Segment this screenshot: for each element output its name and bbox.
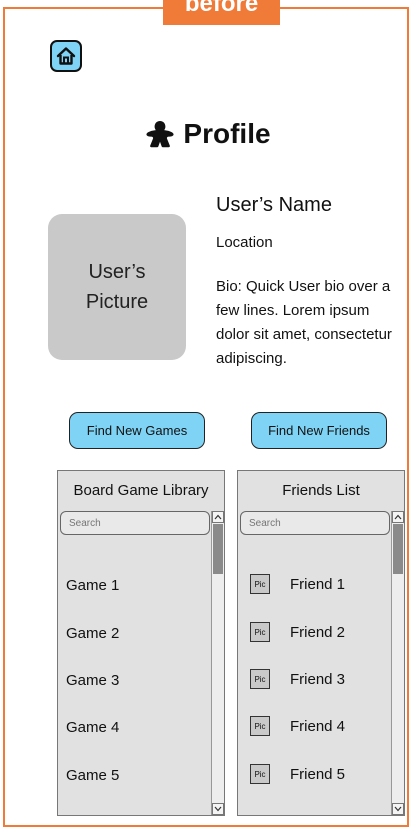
list-item-friend-3[interactable]: Pic Friend 3 bbox=[250, 669, 345, 689]
friend-name: Friend 2 bbox=[290, 623, 346, 641]
board-game-library-title: Board Game Library bbox=[73, 482, 209, 499]
page-title-text: Profile bbox=[183, 118, 271, 149]
meeple-icon bbox=[146, 121, 174, 148]
find-new-games-button[interactable]: Find New Games bbox=[69, 412, 205, 449]
frame-label: before bbox=[163, 0, 280, 25]
chevron-up-icon bbox=[214, 514, 222, 520]
list-item-game-5[interactable]: Game 5 bbox=[66, 767, 119, 784]
chevron-down-icon bbox=[214, 806, 222, 812]
friend-name: Friend 4 bbox=[290, 717, 346, 735]
list-item-game-3[interactable]: Game 3 bbox=[66, 672, 119, 689]
friend-avatar: Pic bbox=[250, 574, 270, 594]
list-item-game-2[interactable]: Game 2 bbox=[66, 625, 119, 642]
scroll-up-arrow[interactable] bbox=[392, 511, 404, 523]
friend-name: Friend 5 bbox=[290, 765, 346, 783]
list-item-friend-5[interactable]: Pic Friend 5 bbox=[250, 764, 345, 784]
friend-name: Friend 3 bbox=[290, 670, 346, 688]
chevron-down-icon bbox=[394, 806, 402, 812]
scroll-down-arrow[interactable] bbox=[212, 803, 224, 815]
user-picture: User’s Picture bbox=[48, 214, 186, 360]
list-item-game-4[interactable]: Game 4 bbox=[66, 719, 119, 736]
library-scroll-thumb[interactable] bbox=[213, 524, 223, 574]
find-new-friends-button[interactable]: Find New Friends bbox=[251, 412, 387, 449]
friends-scrollbar[interactable] bbox=[391, 511, 404, 815]
friends-scroll-thumb[interactable] bbox=[393, 524, 403, 574]
page-title: Profile bbox=[0, 118, 416, 150]
list-item-game-1[interactable]: Game 1 bbox=[66, 577, 119, 594]
friend-avatar: Pic bbox=[250, 622, 270, 642]
user-name: User’s Name bbox=[216, 194, 332, 216]
friend-name: Friend 1 bbox=[290, 575, 346, 593]
friends-list-panel: Friends List Pic Friend 1 Pic Friend 2 P… bbox=[237, 470, 405, 816]
user-picture-label-line1: User’s bbox=[88, 261, 146, 283]
user-bio: Bio: Quick User bio over a few lines. Lo… bbox=[216, 278, 392, 367]
friend-avatar: Pic bbox=[250, 716, 270, 736]
user-location: Location bbox=[216, 234, 273, 251]
friend-avatar: Pic bbox=[250, 764, 270, 784]
scroll-up-arrow[interactable] bbox=[212, 511, 224, 523]
user-picture-label-line2: Picture bbox=[85, 291, 149, 313]
list-item-friend-4[interactable]: Pic Friend 4 bbox=[250, 716, 345, 736]
scroll-down-arrow[interactable] bbox=[392, 803, 404, 815]
list-item-friend-2[interactable]: Pic Friend 2 bbox=[250, 622, 345, 642]
library-scrollbar[interactable] bbox=[211, 511, 224, 815]
home-icon bbox=[56, 47, 76, 65]
list-item-friend-1[interactable]: Pic Friend 1 bbox=[250, 574, 345, 594]
chevron-up-icon bbox=[394, 514, 402, 520]
friends-search-input[interactable] bbox=[240, 511, 390, 535]
friends-list-title: Friends List bbox=[282, 482, 360, 499]
frame-label-text: before bbox=[184, 0, 259, 17]
board-game-library-panel: Board Game Library Game 1 Game 2 Game 3 … bbox=[57, 470, 225, 816]
home-button[interactable] bbox=[50, 40, 82, 72]
library-search-input[interactable] bbox=[60, 511, 210, 535]
friend-avatar: Pic bbox=[250, 669, 270, 689]
